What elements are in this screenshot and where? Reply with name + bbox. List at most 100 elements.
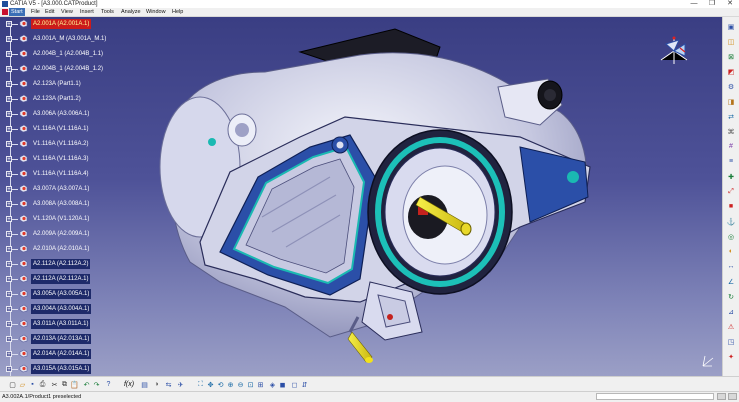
constraint-icon[interactable]: ⊠ (726, 52, 736, 61)
catia-logo-icon[interactable]: ✦ (726, 352, 736, 361)
part-icon (19, 49, 28, 58)
tree-item-label: A3.001A_M (A3.001A_M.1) (33, 36, 107, 42)
close-button[interactable]: ✕ (724, 0, 736, 8)
zoom-in-icon[interactable]: ⊕ (226, 380, 235, 389)
product-icon[interactable]: ▣ (726, 22, 736, 31)
section-icon[interactable]: ◳ (726, 337, 736, 346)
menu-tools[interactable]: Tools (101, 8, 114, 16)
coincidence-icon[interactable]: ◎ (726, 232, 736, 241)
update-icon[interactable]: ↻ (726, 292, 736, 301)
expand-icon[interactable]: + (6, 261, 12, 268)
stop-manipulate-icon[interactable]: ■ (726, 202, 736, 211)
expand-icon[interactable]: + (6, 141, 12, 148)
catalog-icon[interactable]: ▤ (140, 380, 149, 389)
expand-icon[interactable]: + (6, 246, 12, 253)
explode-icon[interactable]: ⤢ (726, 187, 736, 196)
graph-tree-icon[interactable]: ⌘ (726, 127, 736, 136)
expand-icon[interactable]: + (6, 51, 12, 58)
pan-icon[interactable]: ✥ (206, 380, 215, 389)
expand-icon[interactable]: + (6, 306, 12, 313)
hide-show-icon[interactable]: ◑ (152, 380, 161, 389)
tree-item-label: A2.004B_1 (A2.004B_1.2) (33, 66, 104, 72)
paste-icon[interactable]: 📋 (70, 380, 79, 389)
expand-icon[interactable]: + (6, 156, 12, 163)
new-icon[interactable]: ▢ (8, 380, 17, 389)
expand-icon[interactable]: + (6, 36, 12, 43)
expand-icon[interactable]: + (6, 291, 12, 298)
open-icon[interactable]: ▱ (18, 380, 27, 389)
whats-this-icon[interactable]: ? (104, 380, 113, 389)
save-icon[interactable]: ▪ (28, 380, 37, 389)
menu-bar: Start File Edit View Insert Tools Analyz… (0, 8, 739, 17)
sketch-icon[interactable]: ◫ (726, 37, 736, 46)
tree-item-label: V1.116A (V1.116A.2) (33, 141, 89, 147)
snap-icon[interactable]: ✚ (726, 172, 736, 181)
contact-icon[interactable]: ◐ (726, 247, 736, 256)
hide-icon[interactable]: ◻ (290, 380, 299, 389)
command-stop-button[interactable] (717, 393, 726, 400)
fit-all-icon[interactable]: ⛶ (196, 380, 205, 389)
expand-icon[interactable]: + (6, 21, 12, 28)
expand-icon[interactable]: + (6, 111, 12, 118)
expand-icon[interactable]: + (6, 96, 12, 103)
swap-icon[interactable]: ⇆ (164, 380, 173, 389)
command-input[interactable] (596, 393, 714, 400)
multi-view-icon[interactable]: ⊞ (256, 380, 265, 389)
expand-icon[interactable]: + (6, 171, 12, 178)
existing-component-icon[interactable]: ◨ (726, 97, 736, 106)
shading-icon[interactable]: ◼ (278, 380, 287, 389)
command-help-button[interactable] (728, 393, 737, 400)
compass-icon[interactable] (657, 34, 691, 68)
iso-view-icon[interactable]: ◈ (268, 380, 277, 389)
cut-icon[interactable]: ✂ (50, 380, 59, 389)
expand-icon[interactable]: + (6, 126, 12, 133)
expand-icon[interactable]: + (6, 66, 12, 73)
redo-icon[interactable]: ↷ (92, 380, 101, 389)
expand-icon[interactable]: + (6, 231, 12, 238)
expand-icon[interactable]: + (6, 216, 12, 223)
angle-icon[interactable]: ∠ (726, 277, 736, 286)
expand-icon[interactable]: + (6, 366, 12, 373)
constraint-fix-icon[interactable]: ⚓ (726, 217, 736, 226)
part-icon (19, 184, 28, 193)
expand-icon[interactable]: + (6, 321, 12, 328)
catia-menu-icon[interactable] (2, 9, 8, 15)
3d-viewport[interactable]: + A2.001A (A2.001A.1) + A3.001A_M (A3.001A_… (0, 17, 722, 376)
tree-item-label: A3.006A (A3.006A.1) (33, 111, 90, 117)
menu-analyze[interactable]: Analyze (121, 8, 141, 16)
formula-icon[interactable]: f(x) (122, 380, 136, 389)
expand-icon[interactable]: + (6, 186, 12, 193)
expand-icon[interactable]: + (6, 336, 12, 343)
zoom-out-icon[interactable]: ⊖ (236, 380, 245, 389)
assembly-icon[interactable]: ◩ (726, 67, 736, 76)
minimize-button[interactable]: — (688, 0, 700, 8)
generate-numbering-icon[interactable]: # (726, 142, 736, 151)
menu-window[interactable]: Window (146, 8, 166, 16)
offset-icon[interactable]: ↔ (726, 262, 736, 271)
print-icon[interactable]: ⎙ (38, 380, 47, 389)
expand-icon[interactable]: + (6, 276, 12, 283)
menu-start[interactable]: Start (9, 8, 25, 16)
menu-insert[interactable]: Insert (80, 8, 94, 16)
expand-icon[interactable]: + (6, 351, 12, 358)
menu-file[interactable]: File (31, 8, 40, 16)
clash-icon[interactable]: ⚠ (726, 322, 736, 331)
undo-icon[interactable]: ↶ (82, 380, 91, 389)
part-icon (19, 19, 28, 28)
measure-icon[interactable]: ⊿ (726, 307, 736, 316)
menu-edit[interactable]: Edit (45, 8, 54, 16)
rotate-icon[interactable]: ⟲ (216, 380, 225, 389)
copy-icon[interactable]: ⧉ (60, 380, 69, 389)
replace-icon[interactable]: ⇄ (726, 112, 736, 121)
menu-help[interactable]: Help (172, 8, 183, 16)
swap-visible-icon[interactable]: ⇵ (300, 380, 309, 389)
expand-icon[interactable]: + (6, 81, 12, 88)
bill-of-material-icon[interactable]: ≡ (726, 157, 736, 166)
fly-mode-icon[interactable]: ✈ (176, 380, 185, 389)
maximize-button[interactable]: ❐ (706, 0, 718, 8)
menu-view[interactable]: View (61, 8, 73, 16)
normal-view-icon[interactable]: ⊡ (246, 380, 255, 389)
component-icon[interactable]: ⚙ (726, 82, 736, 91)
axis-triad-icon (702, 355, 714, 367)
expand-icon[interactable]: + (6, 201, 12, 208)
